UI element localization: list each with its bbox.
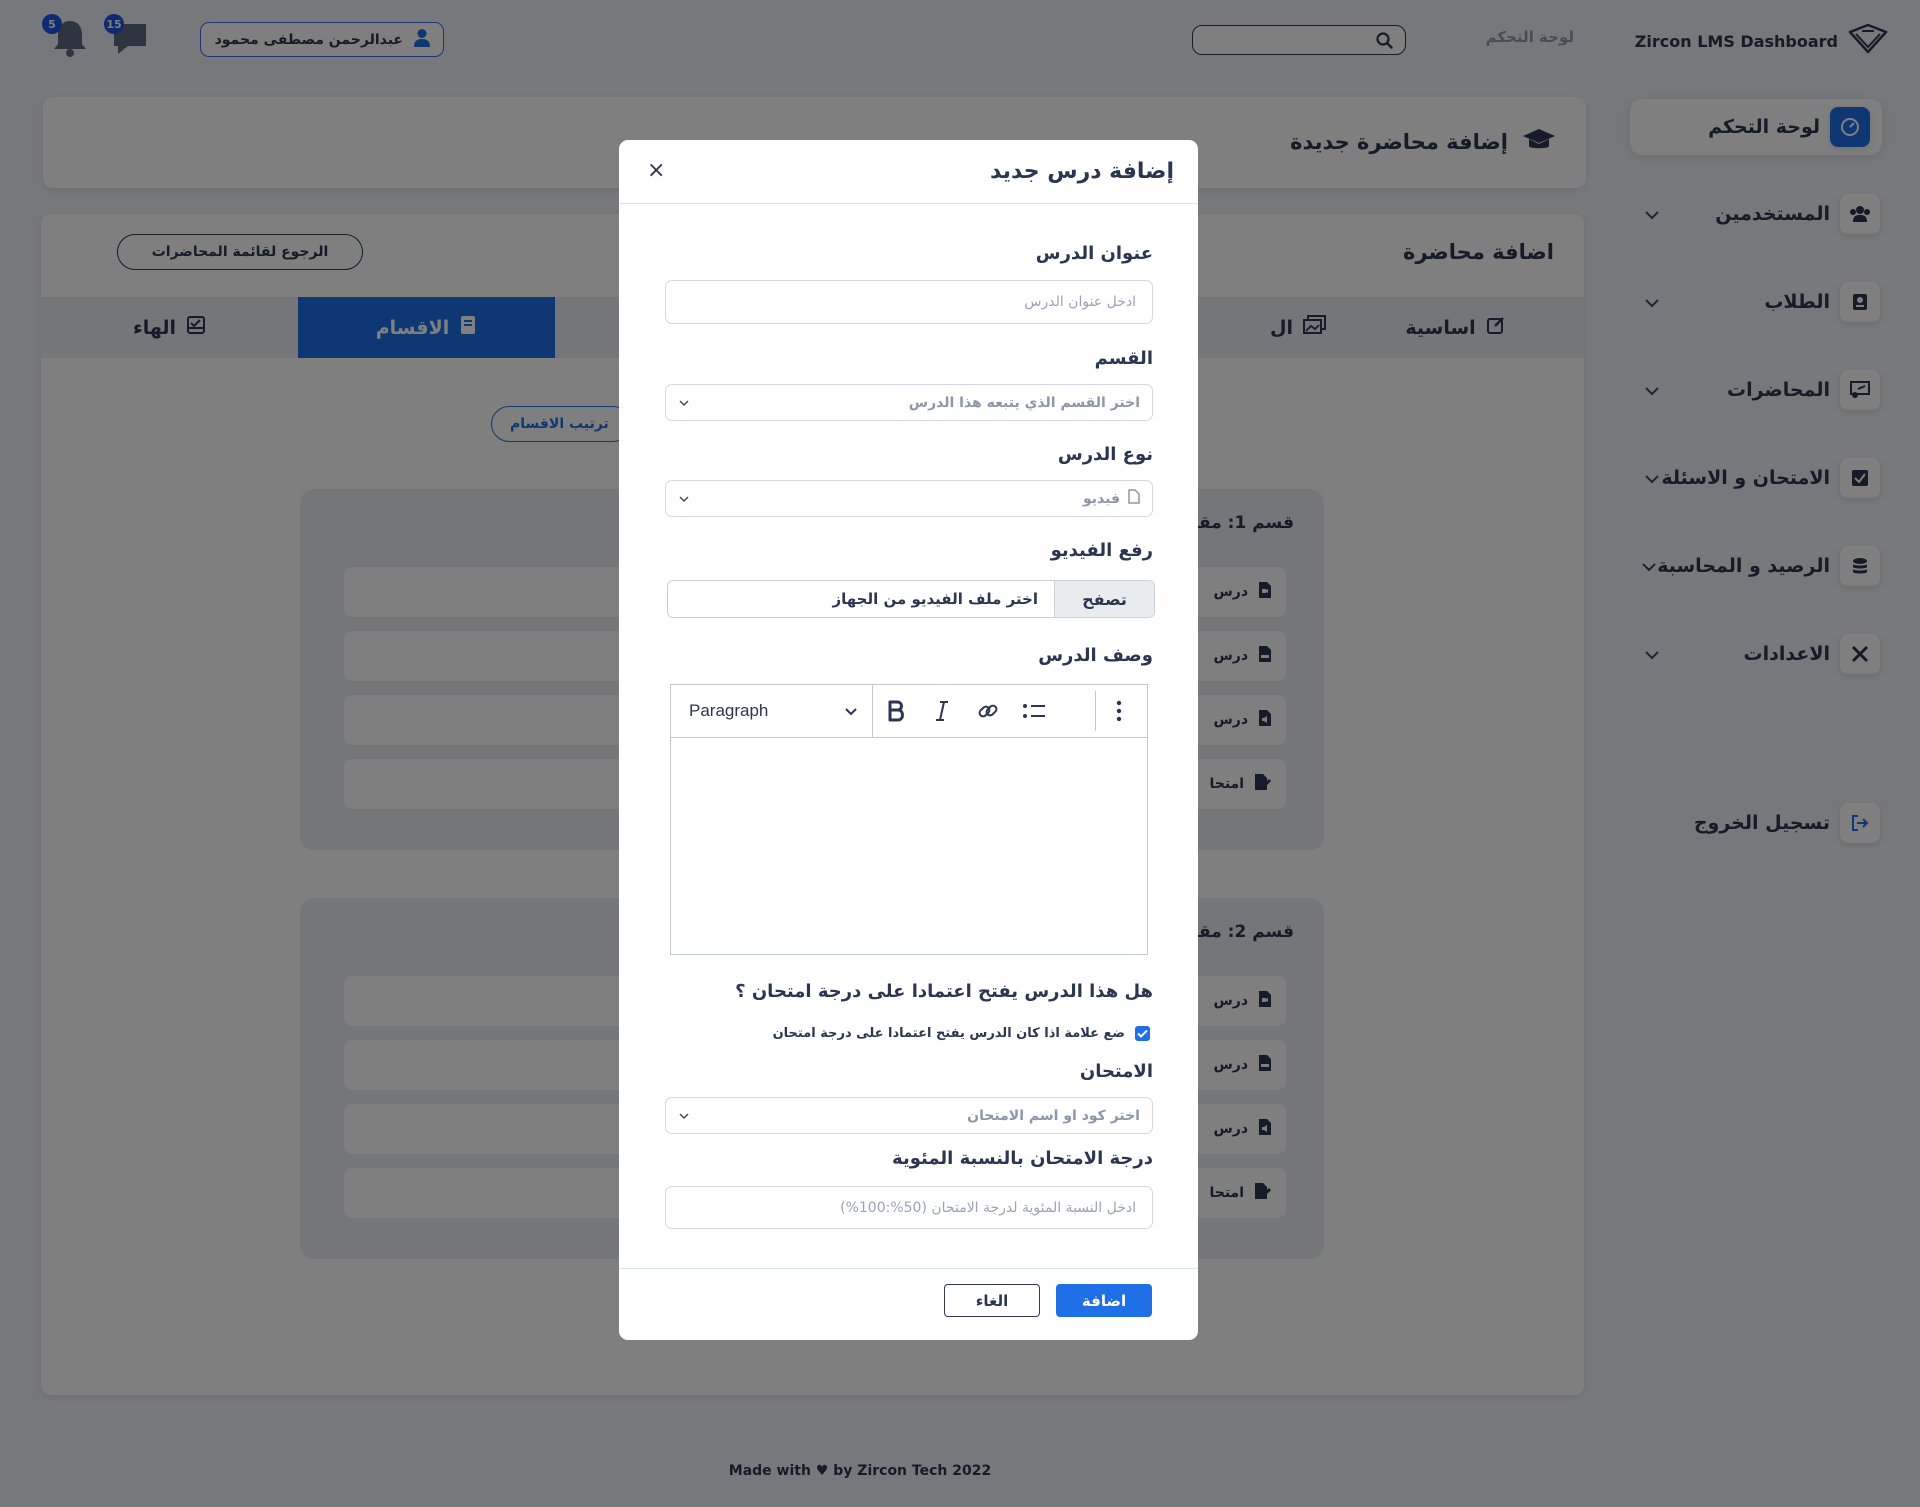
lesson-title-label: عنوان الدرس <box>1035 243 1153 264</box>
chevron-down-icon <box>844 701 858 721</box>
exam-percent-input[interactable] <box>665 1186 1153 1229</box>
lesson-title-input[interactable] <box>665 280 1153 324</box>
video-file-input[interactable]: اختر ملف الفيديو من الجهاز تصفح <box>667 580 1155 618</box>
add-button[interactable]: اضافة <box>1056 1284 1152 1317</box>
paragraph-format-label: Paragraph <box>689 701 769 720</box>
exam-select-placeholder: اختر كود او اسم الامتحان <box>967 1107 1140 1124</box>
editor-toolbar: Paragraph <box>671 684 1147 738</box>
section-select[interactable]: اختر القسم الذي يتبعه هذا الدرس <box>665 384 1153 421</box>
chevron-down-icon <box>678 491 690 507</box>
exam-percent-label: درجة الامتحان بالنسبة المئوية <box>892 1148 1153 1169</box>
bulleted-list-icon[interactable] <box>1011 685 1057 738</box>
exam-unlock-checkbox-label: ضع علامة اذا كان الدرس يفتح اعتمادا على … <box>772 1026 1125 1041</box>
cancel-button[interactable]: الغاء <box>944 1284 1040 1317</box>
exam-select[interactable]: اختر كود او اسم الامتحان <box>665 1097 1153 1134</box>
exam-unlock-checkbox-row[interactable]: ضع علامة اذا كان الدرس يفتح اعتمادا على … <box>773 1026 1150 1041</box>
rich-text-editor: Paragraph <box>670 684 1148 955</box>
exam-unlock-question: هل هذا الدرس يفتح اعتمادا على درجة امتحا… <box>735 981 1153 1002</box>
modal-header: إضافة درس جديد × <box>619 140 1198 204</box>
link-icon[interactable] <box>965 685 1011 738</box>
close-icon[interactable]: × <box>647 158 665 183</box>
lesson-type-value: فيديو <box>1082 490 1120 507</box>
lesson-type-label: نوع الدرس <box>1057 444 1153 465</box>
video-file-icon <box>1128 489 1140 508</box>
chevron-down-icon <box>678 395 690 411</box>
exam-unlock-checkbox[interactable] <box>1135 1026 1150 1041</box>
upload-video-label: رفع الفيديو <box>1050 540 1153 561</box>
chevron-down-icon <box>678 1108 690 1124</box>
add-lesson-modal: إضافة درس جديد × عنوان الدرس القسم اختر … <box>619 140 1198 1340</box>
section-label: القسم <box>1094 348 1153 369</box>
bold-icon[interactable] <box>873 685 919 738</box>
italic-icon[interactable] <box>919 685 965 738</box>
more-options-icon[interactable] <box>1096 685 1142 738</box>
file-input-placeholder: اختر ملف الفيديو من الجهاز <box>832 590 1038 608</box>
editor-content-area[interactable] <box>671 738 1147 954</box>
paragraph-format-dropdown[interactable]: Paragraph <box>671 684 873 738</box>
lesson-type-select[interactable]: فيديو <box>665 480 1153 517</box>
modal-title: إضافة درس جديد <box>990 159 1174 184</box>
description-label: وصف الدرس <box>1038 645 1153 666</box>
exam-label: الامتحان <box>1079 1061 1153 1082</box>
section-select-placeholder: اختر القسم الذي يتبعه هذا الدرس <box>908 394 1140 411</box>
browse-button[interactable]: تصفح <box>1054 581 1154 617</box>
